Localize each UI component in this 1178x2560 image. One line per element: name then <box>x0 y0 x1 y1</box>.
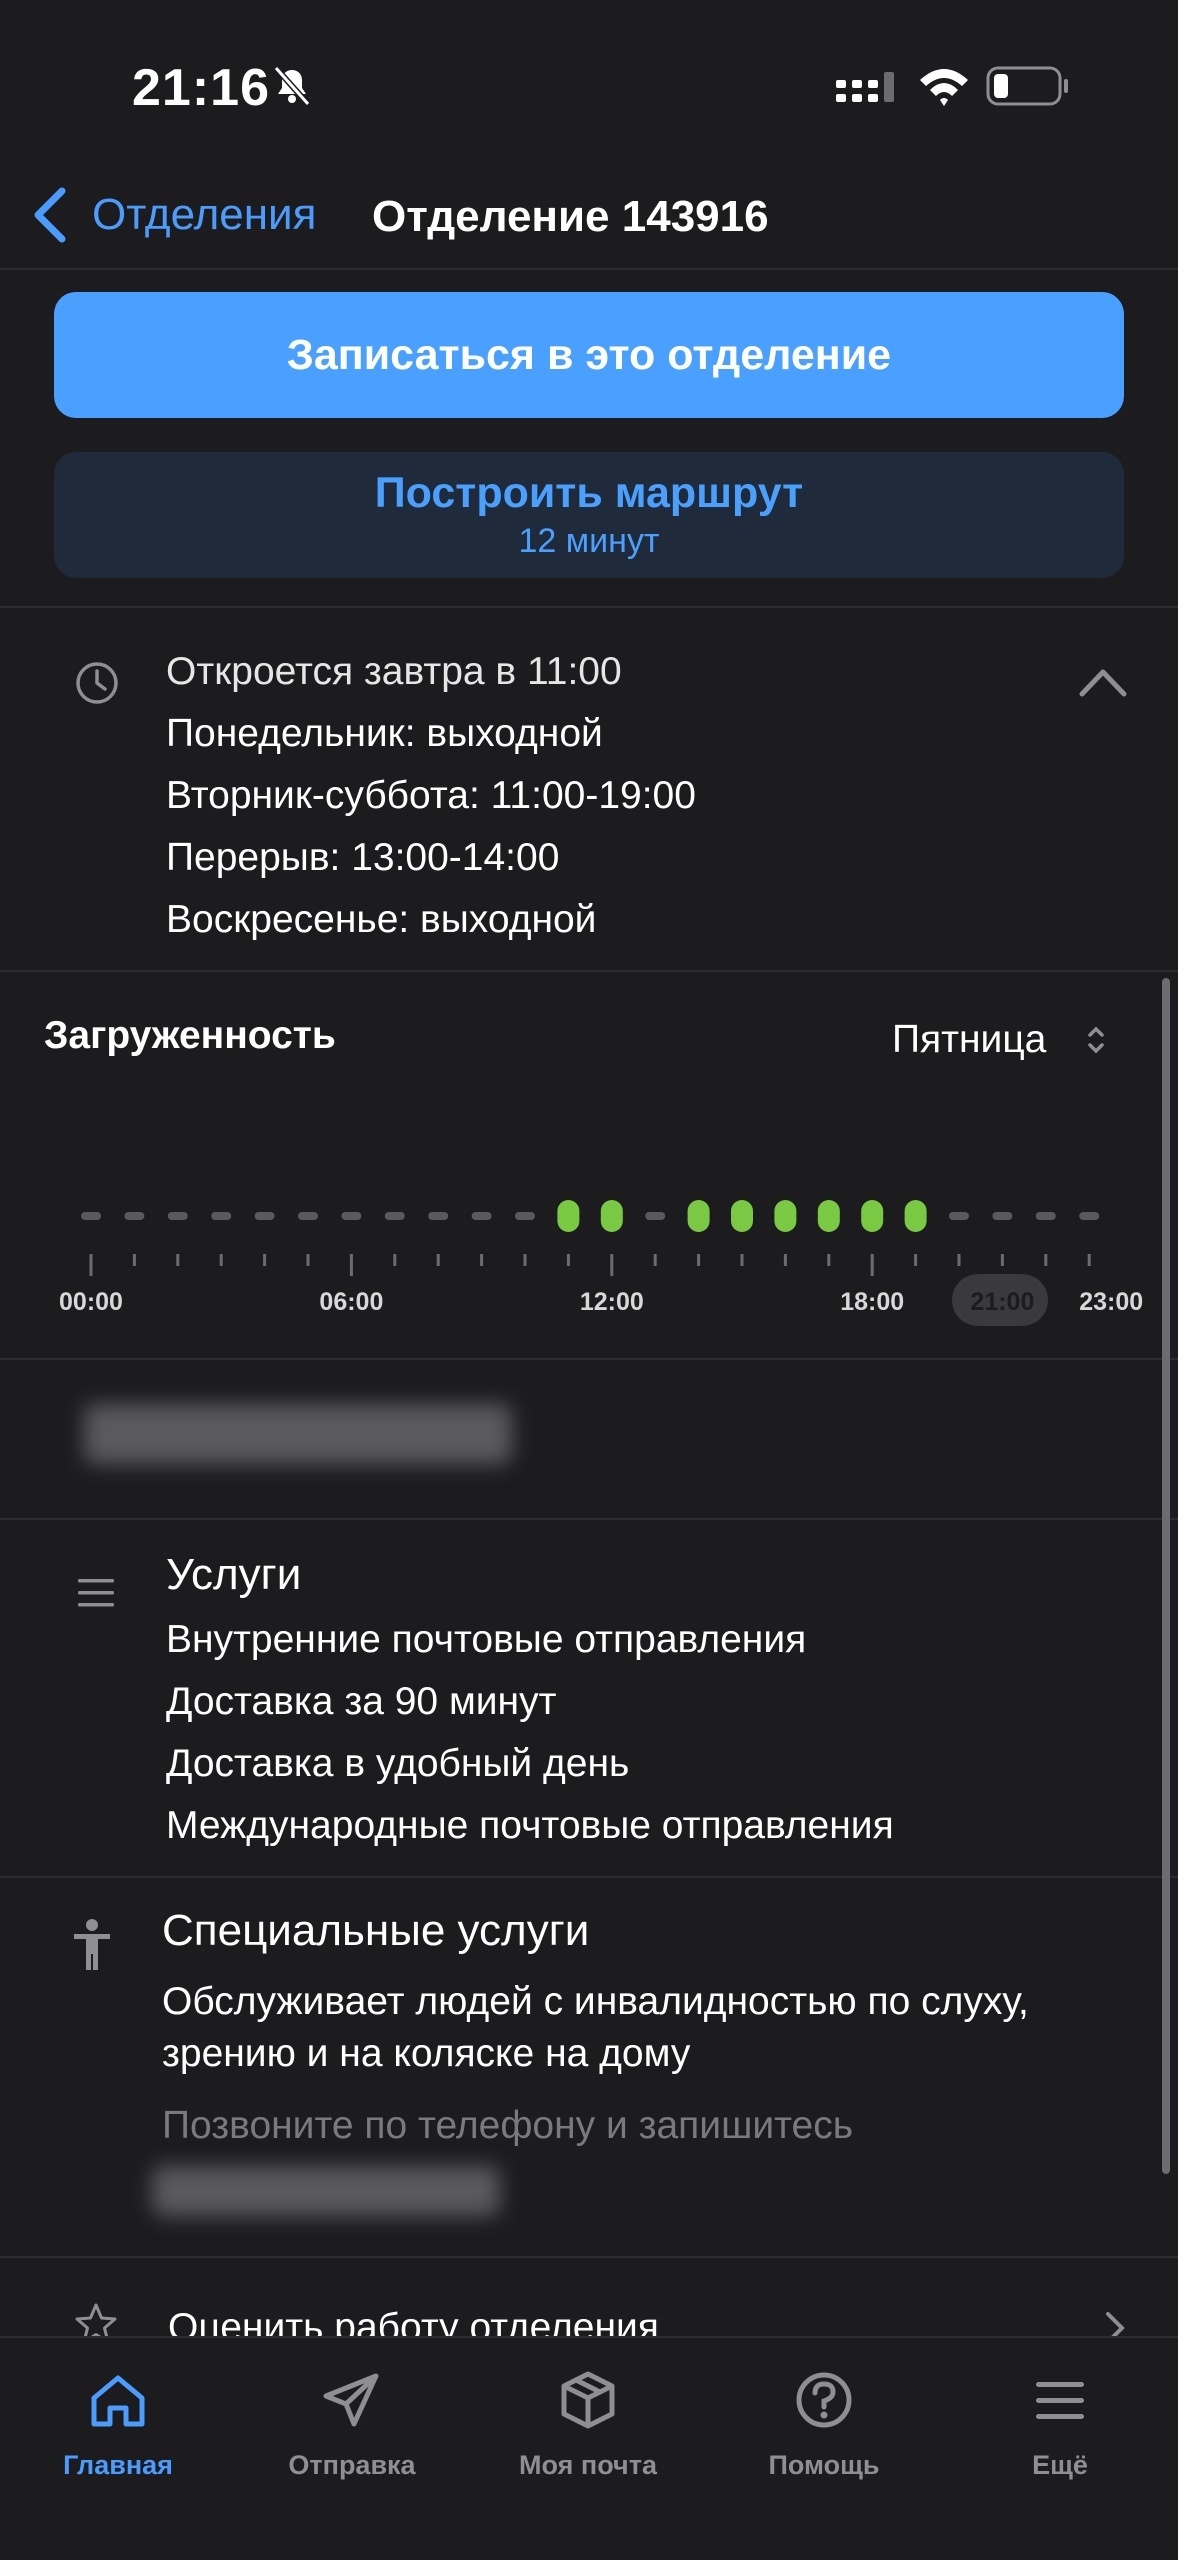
tab-bar: Главная Отправка Моя почта Помощь Ещё <box>0 2336 1178 2560</box>
clock-icon <box>76 662 118 704</box>
load-bar-inactive <box>428 1212 449 1220</box>
load-bar-inactive <box>1079 1212 1100 1220</box>
load-bar-active <box>687 1200 710 1232</box>
axis-tick-label: 12:00 <box>579 1288 644 1316</box>
divider <box>0 970 1178 972</box>
service-item: Доставка в удобный день <box>166 1742 630 1785</box>
load-title: Загруженность <box>44 1014 336 1057</box>
wifi-icon <box>920 69 968 106</box>
back-label: Отделения <box>92 190 317 239</box>
call-hint: Позвоните по телефону и запишитесь <box>162 2104 854 2147</box>
tab-more[interactable]: Ещё <box>960 2368 1160 2481</box>
load-bar-inactive <box>1035 1212 1056 1220</box>
load-bar-active <box>861 1200 884 1232</box>
axis-tick-label: 06:00 <box>319 1288 384 1316</box>
hours-line: Понедельник: выходной <box>166 712 603 755</box>
back-button[interactable]: Отделения <box>30 180 316 250</box>
tab-my-mail[interactable]: Моя почта <box>488 2368 688 2481</box>
axis-tick-label: 18:00 <box>840 1288 905 1316</box>
divider <box>0 1358 1178 1360</box>
divider <box>0 1876 1178 1878</box>
bell-off-icon <box>273 66 311 106</box>
load-bar-inactive <box>341 1212 362 1220</box>
status-bar: 21:16 <box>0 0 1178 160</box>
tab-label: Моя почта <box>519 2450 657 2480</box>
page-title: Отделение 143916 <box>372 192 769 241</box>
load-bar-active <box>817 1200 840 1232</box>
box-icon <box>561 2371 615 2429</box>
load-bar-inactive <box>254 1212 275 1220</box>
tab-send[interactable]: Отправка <box>252 2368 452 2481</box>
load-bar-inactive <box>949 1212 969 1220</box>
service-item: Доставка за 90 минут <box>166 1680 557 1723</box>
load-bar-active <box>774 1200 797 1232</box>
load-bar-inactive <box>992 1212 1013 1220</box>
special-services-description: Обслуживает людей с инвалидностью по слу… <box>162 1980 1029 2075</box>
special-services-title: Специальные услуги <box>162 1906 590 1955</box>
axis-tick-label: 00:00 <box>59 1288 123 1316</box>
load-bar-active <box>557 1200 580 1232</box>
service-item: Внутренние почтовые отправления <box>166 1618 807 1661</box>
load-bar-inactive <box>645 1212 666 1220</box>
load-bar-active <box>731 1200 753 1232</box>
services-title: Услуги <box>166 1550 302 1599</box>
hours-line: Вторник-суббота: 11:00-19:00 <box>166 774 696 817</box>
battery-icon <box>986 66 1068 106</box>
load-bar-inactive <box>384 1212 405 1220</box>
divider <box>0 2256 1178 2258</box>
send-icon <box>323 2373 379 2427</box>
book-office-button[interactable]: Записаться в это отделение <box>54 292 1124 418</box>
load-bar-active <box>600 1200 623 1232</box>
load-bar-inactive <box>81 1212 101 1220</box>
scrollbar[interactable] <box>1162 978 1170 2174</box>
day-selector[interactable]: Пятница <box>892 1010 1108 1070</box>
load-bar-active <box>904 1200 927 1232</box>
load-bar-inactive <box>298 1212 318 1220</box>
axis-tick-label: 21:00 <box>970 1288 1035 1316</box>
special-phone-blurred[interactable] <box>152 2166 500 2216</box>
signal-icon <box>836 72 894 102</box>
load-bar-inactive <box>211 1212 232 1220</box>
updown-chevron-icon <box>1088 1026 1105 1054</box>
status-time: 21:16 <box>132 59 270 117</box>
phone-number-blurred[interactable] <box>84 1404 512 1464</box>
tab-home[interactable]: Главная <box>18 2368 218 2481</box>
load-bar-inactive <box>515 1212 535 1220</box>
day-selector-value: Пятница <box>892 1018 1047 1061</box>
route-time: 12 минут <box>518 522 660 560</box>
tab-label: Главная <box>63 2450 173 2480</box>
hours-line: Воскресенье: выходной <box>166 898 597 941</box>
divider <box>0 1518 1178 1520</box>
load-bar-inactive <box>167 1212 188 1220</box>
tab-help[interactable]: Помощь <box>724 2368 924 2481</box>
divider <box>0 606 1178 608</box>
load-bar-inactive <box>471 1212 492 1220</box>
tab-label: Отправка <box>288 2450 416 2480</box>
service-item: Международные почтовые отправления <box>166 1804 894 1847</box>
build-route-button[interactable]: Построить маршрут 12 минут <box>54 452 1124 578</box>
help-icon <box>796 2372 852 2428</box>
tab-label: Помощь <box>768 2450 880 2480</box>
navigation-bar: Отделения Отделение 143916 <box>0 160 1178 270</box>
tab-label: Ещё <box>1032 2450 1088 2480</box>
axis-tick-label: 23:00 <box>1079 1288 1144 1316</box>
next-open-text: Откроется завтра в 11:00 <box>166 650 622 693</box>
load-bar-inactive <box>124 1212 145 1220</box>
route-label: Построить маршрут <box>374 469 804 517</box>
chevron-up-icon[interactable] <box>1078 666 1128 698</box>
hours-line: Перерыв: 13:00-14:00 <box>166 836 560 879</box>
list-icon <box>78 1579 114 1607</box>
home-icon <box>91 2375 145 2427</box>
accessibility-icon <box>74 1919 110 1970</box>
menu-icon <box>1036 2382 1084 2419</box>
chevron-left-icon <box>34 187 66 243</box>
